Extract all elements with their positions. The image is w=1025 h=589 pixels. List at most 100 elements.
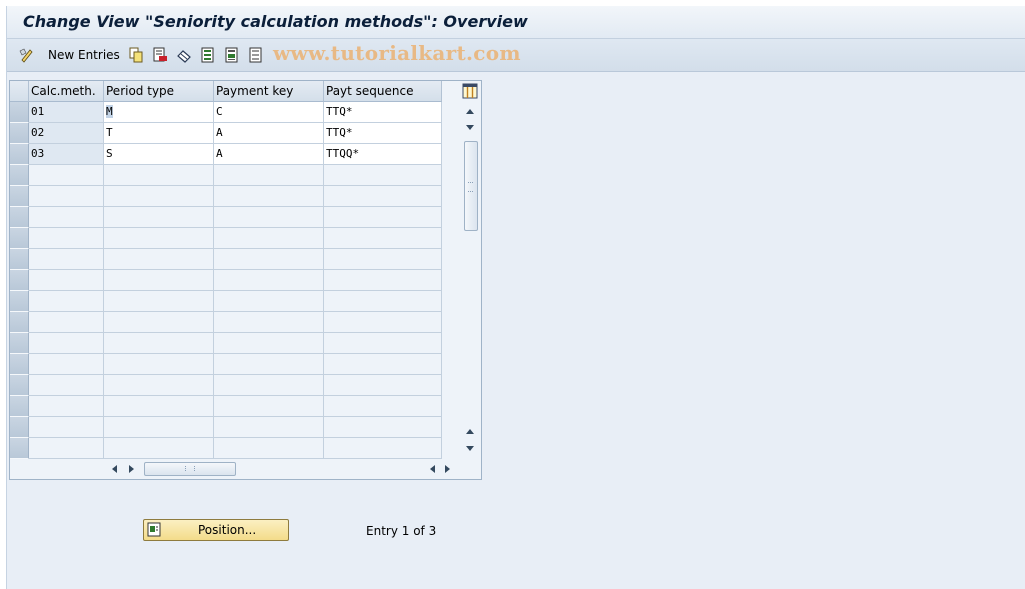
application-toolbar: New Entries www.tutorialkart.com bbox=[7, 39, 1025, 72]
table-row bbox=[10, 207, 442, 228]
table-row bbox=[10, 270, 442, 291]
period-type-cell[interactable]: M bbox=[104, 102, 214, 123]
table-settings-icon[interactable] bbox=[462, 83, 478, 99]
copy-icon[interactable] bbox=[128, 47, 144, 63]
payment-key-cell bbox=[214, 207, 324, 228]
period-type-cell bbox=[104, 354, 214, 375]
row-selector[interactable] bbox=[10, 144, 29, 165]
payment-key-cell bbox=[214, 291, 324, 312]
scroll-up-page-icon[interactable] bbox=[465, 427, 475, 435]
row-selector[interactable] bbox=[10, 165, 29, 186]
payt-sequence-cell bbox=[324, 333, 442, 354]
payment-key-cell[interactable]: A bbox=[214, 144, 324, 165]
select-all-icon[interactable] bbox=[200, 47, 216, 63]
payment-key-cell bbox=[214, 249, 324, 270]
payt-sequence-cell bbox=[324, 396, 442, 417]
payt-sequence-cell bbox=[324, 270, 442, 291]
payt-sequence-cell bbox=[324, 417, 442, 438]
column-header-calc-method[interactable]: Calc.meth. bbox=[29, 81, 104, 102]
row-selector[interactable] bbox=[10, 333, 29, 354]
scroll-top-icon[interactable] bbox=[465, 107, 475, 115]
period-type-cell bbox=[104, 438, 214, 459]
scroll-right-icon[interactable] bbox=[444, 464, 452, 474]
table-row bbox=[10, 291, 442, 312]
row-selector[interactable] bbox=[10, 396, 29, 417]
horizontal-scroll-thumb[interactable] bbox=[144, 462, 236, 476]
scroll-left-page-icon[interactable] bbox=[428, 464, 436, 474]
table-row: 02 T A TTQ* bbox=[10, 123, 442, 144]
row-selector[interactable] bbox=[10, 186, 29, 207]
position-button[interactable]: Position... bbox=[143, 519, 289, 541]
row-selector[interactable] bbox=[10, 270, 29, 291]
column-header-period-type[interactable]: Period type bbox=[104, 81, 214, 102]
payt-sequence-cell[interactable]: TTQ* bbox=[324, 123, 442, 144]
table-row: 03 S A TTQQ* bbox=[10, 144, 442, 165]
page-title: Change View "Seniority calculation metho… bbox=[23, 12, 528, 31]
calc-method-cell bbox=[29, 165, 104, 186]
vertical-scroll-thumb[interactable] bbox=[464, 141, 478, 231]
period-type-cell bbox=[104, 312, 214, 333]
calc-method-cell bbox=[29, 438, 104, 459]
deselect-all-icon[interactable] bbox=[248, 47, 264, 63]
select-all-rows-corner[interactable] bbox=[10, 81, 29, 102]
watermark-text: www.tutorialkart.com bbox=[273, 41, 521, 65]
payt-sequence-cell bbox=[324, 207, 442, 228]
calc-method-cell: 01 bbox=[29, 102, 104, 123]
table-row bbox=[10, 249, 442, 270]
scroll-right-page-icon[interactable] bbox=[128, 464, 136, 474]
payment-key-cell bbox=[214, 270, 324, 291]
payment-key-cell[interactable]: C bbox=[214, 102, 324, 123]
position-button-label: Position... bbox=[198, 523, 257, 537]
horizontal-scrollbar[interactable] bbox=[104, 459, 461, 478]
period-type-cell[interactable]: S bbox=[104, 144, 214, 165]
table-row bbox=[10, 165, 442, 186]
calc-method-cell bbox=[29, 249, 104, 270]
period-type-cell bbox=[104, 396, 214, 417]
vertical-scrollbar[interactable] bbox=[461, 103, 480, 459]
display-change-icon[interactable] bbox=[19, 47, 35, 63]
payment-key-cell[interactable]: A bbox=[214, 123, 324, 144]
new-entries-button[interactable]: New Entries bbox=[48, 48, 120, 62]
row-selector[interactable] bbox=[10, 312, 29, 333]
payt-sequence-cell bbox=[324, 291, 442, 312]
period-type-cell bbox=[104, 207, 214, 228]
table-row bbox=[10, 333, 442, 354]
row-selector[interactable] bbox=[10, 102, 29, 123]
scroll-left-icon[interactable] bbox=[110, 464, 118, 474]
select-block-icon[interactable] bbox=[224, 47, 240, 63]
scroll-bottom-icon[interactable] bbox=[465, 445, 475, 453]
table-row bbox=[10, 228, 442, 249]
period-type-cell bbox=[104, 333, 214, 354]
delete-icon[interactable] bbox=[152, 47, 168, 63]
row-selector[interactable] bbox=[10, 123, 29, 144]
period-type-cell bbox=[104, 417, 214, 438]
row-selector[interactable] bbox=[10, 417, 29, 438]
row-selector[interactable] bbox=[10, 207, 29, 228]
payment-key-cell bbox=[214, 438, 324, 459]
table-row bbox=[10, 375, 442, 396]
payment-key-cell bbox=[214, 186, 324, 207]
calc-method-cell bbox=[29, 375, 104, 396]
row-selector[interactable] bbox=[10, 291, 29, 312]
cell-text: A bbox=[216, 147, 223, 160]
row-selector[interactable] bbox=[10, 375, 29, 396]
payt-sequence-cell bbox=[324, 375, 442, 396]
column-header-payment-key[interactable]: Payment key bbox=[214, 81, 324, 102]
undo-icon[interactable] bbox=[176, 47, 192, 63]
period-type-cell bbox=[104, 375, 214, 396]
calc-method-cell bbox=[29, 228, 104, 249]
payt-sequence-cell bbox=[324, 228, 442, 249]
payt-sequence-cell bbox=[324, 438, 442, 459]
scroll-down-page-icon[interactable] bbox=[465, 124, 475, 132]
period-type-cell bbox=[104, 186, 214, 207]
row-selector[interactable] bbox=[10, 249, 29, 270]
cell-text: 01 bbox=[31, 105, 45, 118]
row-selector[interactable] bbox=[10, 354, 29, 375]
payt-sequence-cell[interactable]: TTQQ* bbox=[324, 144, 442, 165]
row-selector[interactable] bbox=[10, 228, 29, 249]
period-type-cell[interactable]: T bbox=[104, 123, 214, 144]
position-icon bbox=[147, 522, 161, 537]
column-header-payt-sequence[interactable]: Payt sequence bbox=[324, 81, 442, 102]
payt-sequence-cell[interactable]: TTQ* bbox=[324, 102, 442, 123]
row-selector[interactable] bbox=[10, 438, 29, 459]
